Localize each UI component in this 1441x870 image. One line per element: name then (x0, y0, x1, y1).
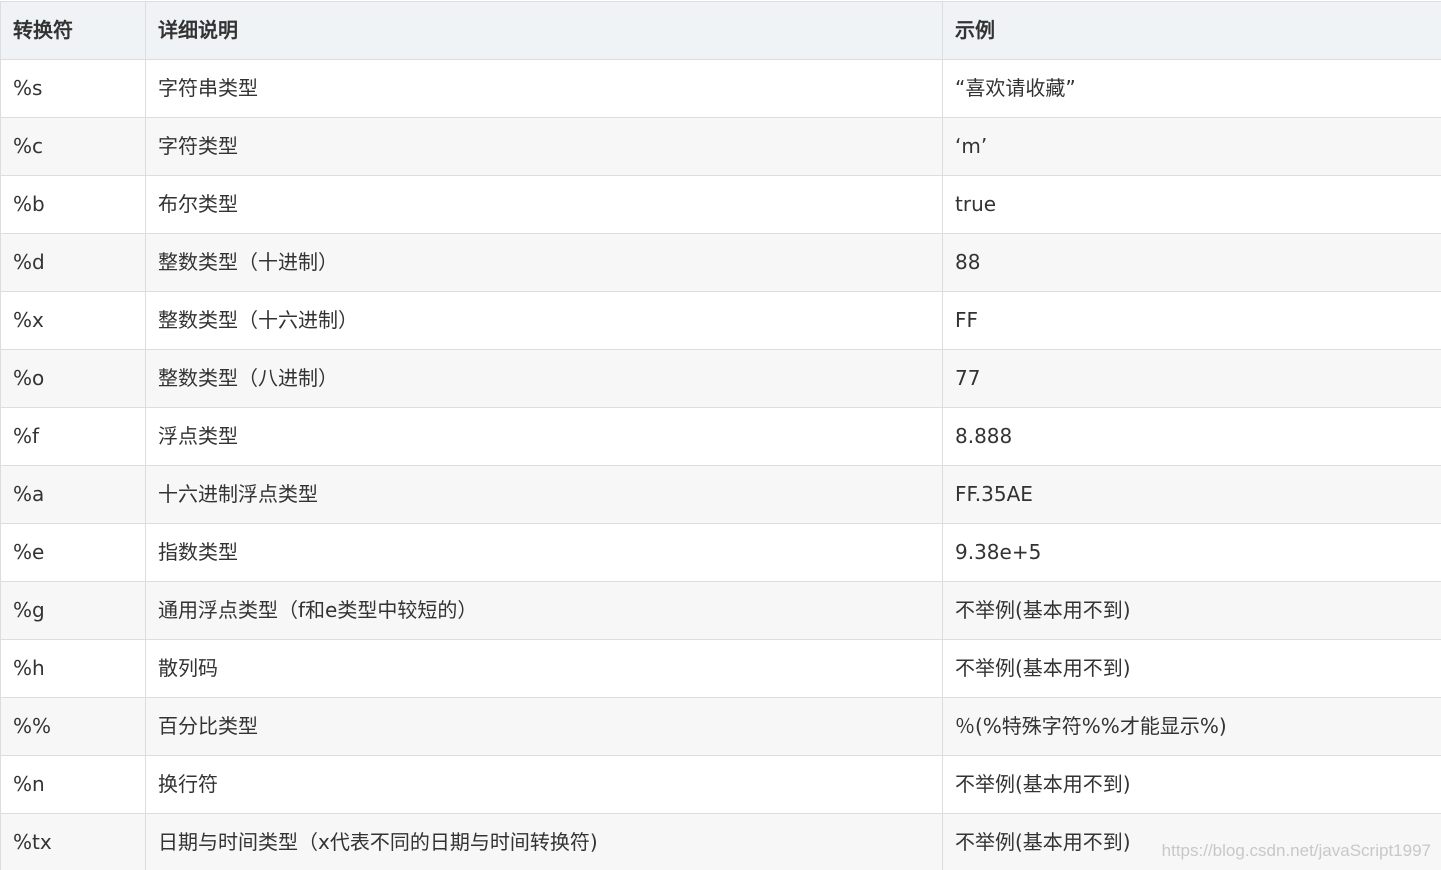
cell-description: 浮点类型 (145, 407, 943, 466)
table-row: %% 百分比类型 ％(%特殊字符%%才能显示%) (0, 697, 1441, 756)
cell-description: 散列码 (145, 639, 943, 698)
conversion-specifier-table: 转换符 详细说明 示例 %s 字符串类型 “喜欢请收藏” %c 字符类型 ‘m’… (0, 1, 1441, 870)
cell-specifier: %d (0, 233, 146, 292)
table-row: %a 十六进制浮点类型 FF.35AE (0, 465, 1441, 524)
cell-specifier: %h (0, 639, 146, 698)
cell-specifier: %tx (0, 813, 146, 870)
cell-example: 不举例(基本用不到) (942, 755, 1441, 814)
cell-example: 9.38e+5 (942, 523, 1441, 582)
cell-description: 整数类型（八进制） (145, 349, 943, 408)
cell-specifier: %o (0, 349, 146, 408)
cell-description: 字符串类型 (145, 59, 943, 118)
cell-specifier: %f (0, 407, 146, 466)
cell-specifier: %b (0, 175, 146, 234)
cell-specifier: %n (0, 755, 146, 814)
cell-description: 百分比类型 (145, 697, 943, 756)
cell-description: 字符类型 (145, 117, 943, 176)
cell-example: 不举例(基本用不到) (942, 639, 1441, 698)
table-row: %h 散列码 不举例(基本用不到) (0, 639, 1441, 698)
table-row: %e 指数类型 9.38e+5 (0, 523, 1441, 582)
cell-example: ‘m’ (942, 117, 1441, 176)
cell-example: 不举例(基本用不到) (942, 813, 1441, 870)
table-header: 转换符 详细说明 示例 (0, 1, 1441, 60)
table-row: %b 布尔类型 true (0, 175, 1441, 234)
table-row: %x 整数类型（十六进制） FF (0, 291, 1441, 350)
table-row: %c 字符类型 ‘m’ (0, 117, 1441, 176)
table-row: %tx 日期与时间类型（x代表不同的日期与时间转换符) 不举例(基本用不到) (0, 813, 1441, 870)
cell-example: 不举例(基本用不到) (942, 581, 1441, 640)
cell-example: 8.888 (942, 407, 1441, 466)
cell-description: 换行符 (145, 755, 943, 814)
cell-description: 指数类型 (145, 523, 943, 582)
cell-specifier: %x (0, 291, 146, 350)
cell-example: 77 (942, 349, 1441, 408)
cell-description: 整数类型（十六进制） (145, 291, 943, 350)
header-specifier: 转换符 (0, 1, 146, 60)
cell-description: 布尔类型 (145, 175, 943, 234)
cell-example: true (942, 175, 1441, 234)
cell-description: 通用浮点类型（f和e类型中较短的） (145, 581, 943, 640)
cell-specifier: %a (0, 465, 146, 524)
cell-example: ％(%特殊字符%%才能显示%) (942, 697, 1441, 756)
cell-specifier: %e (0, 523, 146, 582)
cell-specifier: %c (0, 117, 146, 176)
cell-specifier: %s (0, 59, 146, 118)
cell-specifier: %% (0, 697, 146, 756)
header-example: 示例 (942, 1, 1441, 60)
table-body: %s 字符串类型 “喜欢请收藏” %c 字符类型 ‘m’ %b 布尔类型 tru… (0, 59, 1441, 870)
cell-example: FF (942, 291, 1441, 350)
cell-specifier: %g (0, 581, 146, 640)
header-row: 转换符 详细说明 示例 (0, 1, 1441, 60)
cell-description: 整数类型（十进制） (145, 233, 943, 292)
table-row: %o 整数类型（八进制） 77 (0, 349, 1441, 408)
cell-example: 88 (942, 233, 1441, 292)
table-row: %f 浮点类型 8.888 (0, 407, 1441, 466)
table-row: %s 字符串类型 “喜欢请收藏” (0, 59, 1441, 118)
cell-example: FF.35AE (942, 465, 1441, 524)
cell-example: “喜欢请收藏” (942, 59, 1441, 118)
header-description: 详细说明 (145, 1, 943, 60)
cell-description: 十六进制浮点类型 (145, 465, 943, 524)
table-row: %n 换行符 不举例(基本用不到) (0, 755, 1441, 814)
table-row: %g 通用浮点类型（f和e类型中较短的） 不举例(基本用不到) (0, 581, 1441, 640)
table-row: %d 整数类型（十进制） 88 (0, 233, 1441, 292)
cell-description: 日期与时间类型（x代表不同的日期与时间转换符) (145, 813, 943, 870)
